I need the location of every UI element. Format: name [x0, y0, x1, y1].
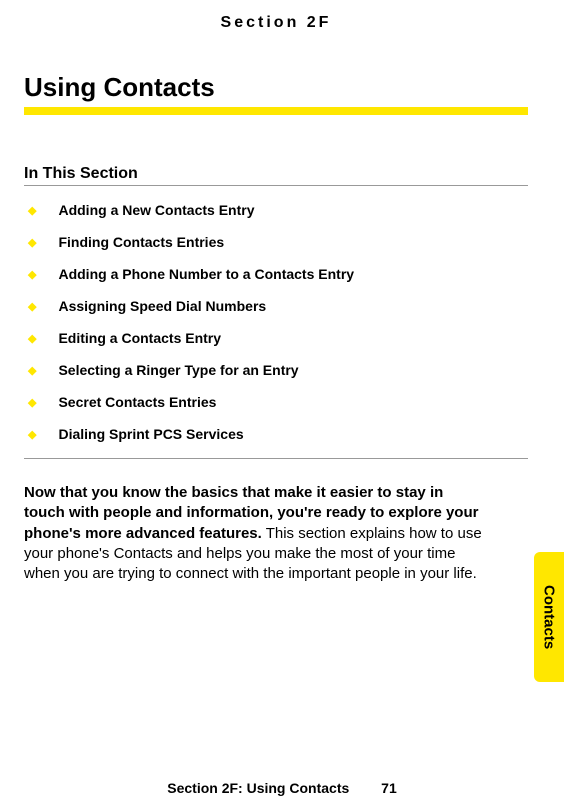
footer-title: Section 2F: Using Contacts	[167, 780, 349, 796]
toc-item: ◆ Editing a Contacts Entry	[24, 330, 528, 348]
toc-item-label: Finding Contacts Entries	[58, 234, 224, 250]
intro-paragraph: Now that you know the basics that make i…	[24, 483, 484, 584]
diamond-icon: ◆	[28, 426, 36, 444]
toc-item: ◆ Dialing Sprint PCS Services	[24, 426, 528, 444]
title-underline	[24, 107, 528, 115]
diamond-icon: ◆	[28, 202, 36, 220]
section-toc-list: ◆ Adding a New Contacts Entry ◆ Finding …	[24, 202, 528, 444]
toc-item-label: Dialing Sprint PCS Services	[58, 426, 243, 442]
toc-item-label: Adding a Phone Number to a Contacts Entr…	[58, 266, 354, 282]
toc-item: ◆ Secret Contacts Entries	[24, 394, 528, 412]
toc-item: ◆ Adding a New Contacts Entry	[24, 202, 528, 220]
diamond-icon: ◆	[28, 362, 36, 380]
manual-page: Section 2F Using Contacts In This Sectio…	[0, 0, 564, 810]
page-number: 71	[381, 780, 397, 796]
toc-item: ◆ Adding a Phone Number to a Contacts En…	[24, 266, 528, 284]
divider	[24, 185, 528, 186]
chapter-title: Using Contacts	[24, 72, 528, 103]
toc-item-label: Editing a Contacts Entry	[58, 330, 221, 346]
section-label: Section 2F	[24, 14, 528, 32]
diamond-icon: ◆	[28, 298, 36, 316]
toc-item-label: Secret Contacts Entries	[58, 394, 216, 410]
in-this-section-heading: In This Section	[24, 165, 528, 183]
side-tab-label: Contacts	[541, 585, 558, 649]
diamond-icon: ◆	[28, 266, 36, 284]
toc-item: ◆ Finding Contacts Entries	[24, 234, 528, 252]
toc-item-label: Assigning Speed Dial Numbers	[58, 298, 266, 314]
toc-item-label: Adding a New Contacts Entry	[58, 202, 254, 218]
divider	[24, 458, 528, 459]
diamond-icon: ◆	[28, 394, 36, 412]
diamond-icon: ◆	[28, 330, 36, 348]
toc-item-label: Selecting a Ringer Type for an Entry	[58, 362, 298, 378]
toc-item: ◆ Assigning Speed Dial Numbers	[24, 298, 528, 316]
toc-item: ◆ Selecting a Ringer Type for an Entry	[24, 362, 528, 380]
side-tab: Contacts	[534, 552, 564, 682]
page-footer: Section 2F: Using Contacts 71	[0, 780, 564, 796]
diamond-icon: ◆	[28, 234, 36, 252]
